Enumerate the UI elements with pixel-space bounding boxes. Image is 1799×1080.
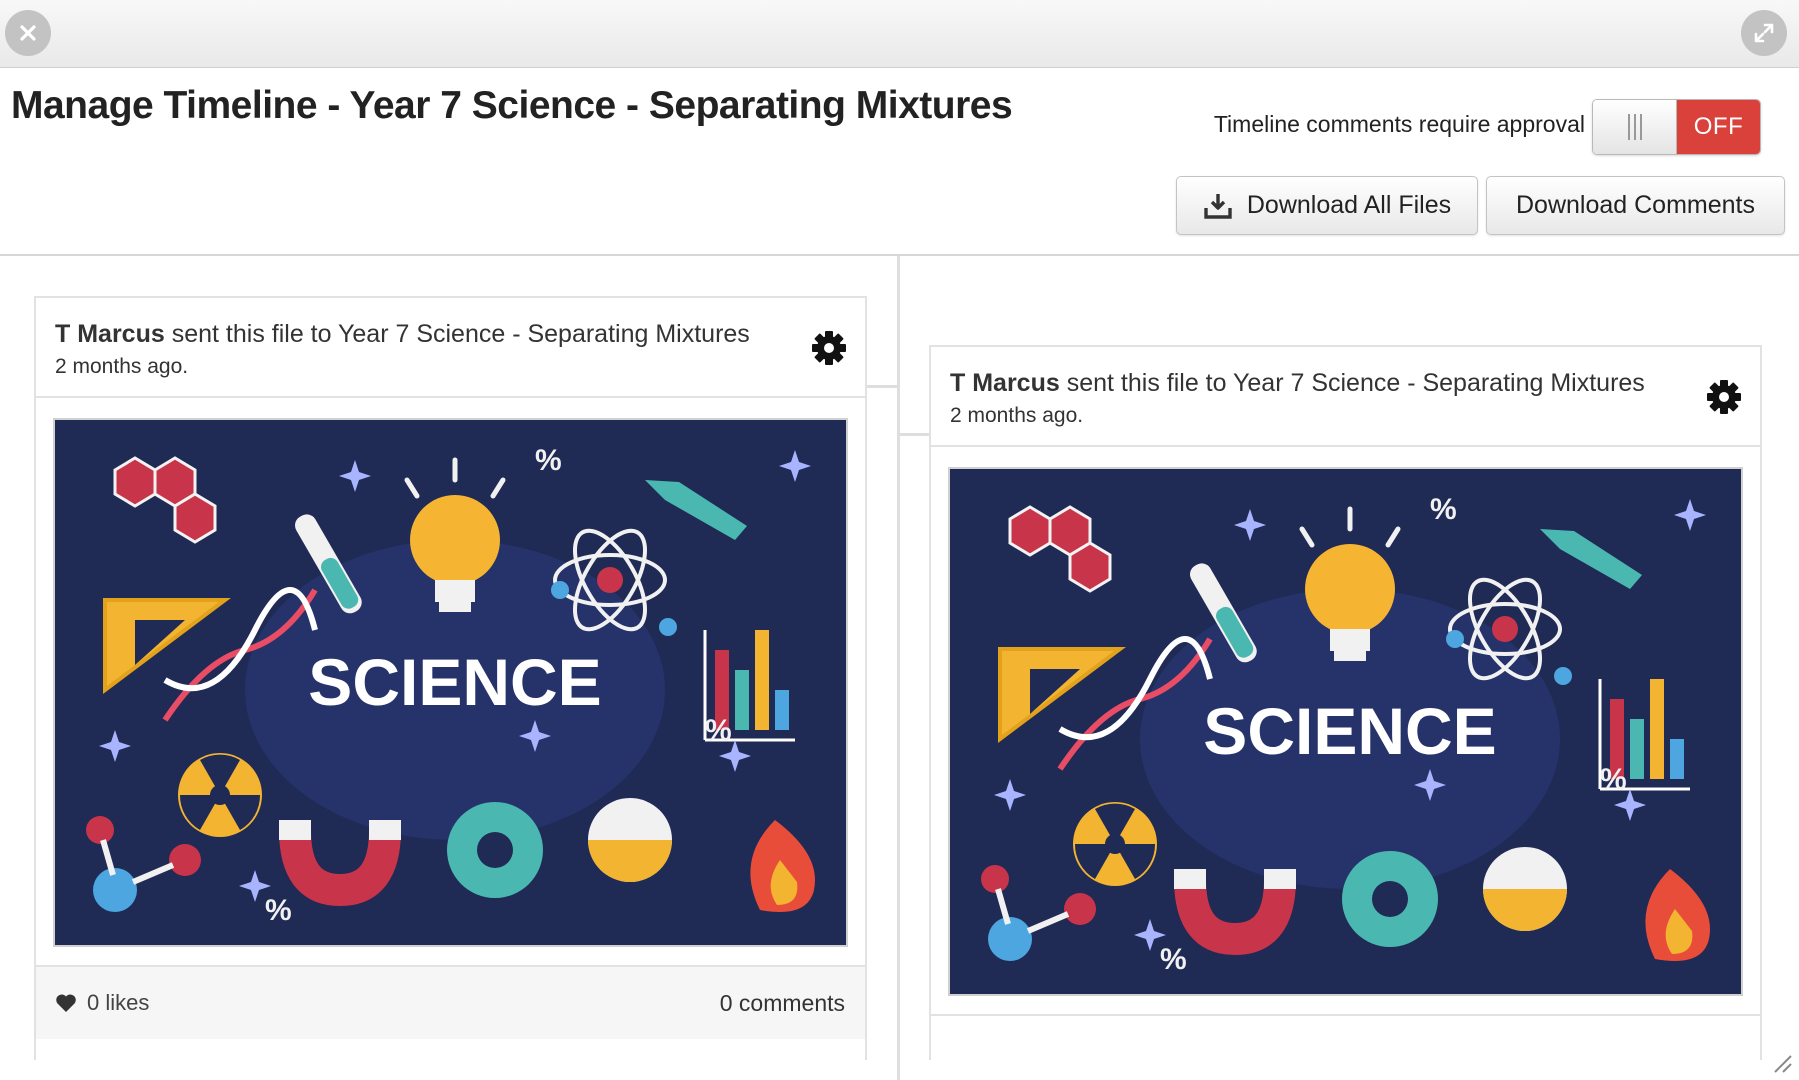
science-title: SCIENCE [1203,694,1496,768]
timeline-post: T Marcus sent this file to Year 7 Scienc… [929,345,1762,1060]
post-header: T Marcus sent this file to Year 7 Scienc… [931,347,1760,447]
science-title: SCIENCE [308,645,601,719]
svg-text:%: % [705,714,732,747]
grip-icon [1627,114,1642,140]
gear-icon[interactable] [811,330,847,366]
post-body: SCIENCE % % % [931,447,1760,1016]
science-illustration: SCIENCE % % % [55,420,846,945]
science-image[interactable]: SCIENCE % % % [948,467,1743,996]
toggle-handle[interactable] [1593,100,1677,154]
post-action: sent this file to Year 7 Science - Separ… [164,320,750,348]
svg-text:%: % [1430,493,1457,526]
download-all-files-label: Download All Files [1246,191,1452,219]
svg-text:%: % [265,894,292,927]
comments-count[interactable]: 0 comments [720,990,845,1017]
download-all-files-button[interactable]: Download All Files [1176,176,1478,235]
svg-text:%: % [1600,763,1627,796]
expand-button[interactable] [1741,10,1787,56]
window-bar [0,0,1799,68]
timeline-line [897,256,900,1080]
approval-label: Timeline comments require approval [1213,111,1585,137]
timeline-post: T Marcus sent this file to Year 7 Scienc… [34,296,867,1060]
post-summary: T Marcus sent this file to Year 7 Scienc… [950,369,1741,398]
svg-text:%: % [1160,943,1187,976]
toggle-state: OFF [1677,100,1760,154]
close-button[interactable] [5,10,51,56]
post-action: sent this file to Year 7 Science - Separ… [1059,369,1645,397]
post-time: 2 months ago. [950,404,1084,427]
science-illustration: SCIENCE % % % [950,469,1741,994]
post-author[interactable]: T Marcus [55,320,165,348]
download-icon [1204,193,1232,219]
svg-text:%: % [535,444,562,477]
timeline-connector [899,433,930,436]
resize-grip-icon[interactable] [1769,1050,1793,1074]
post-header: T Marcus sent this file to Year 7 Scienc… [36,298,865,398]
heart-icon [56,994,76,1012]
approval-toggle[interactable]: OFF [1592,99,1761,155]
page-title: Manage Timeline - Year 7 Science - Separ… [11,84,1013,127]
post-time: 2 months ago. [55,355,189,378]
post-author[interactable]: T Marcus [950,369,1060,397]
likes-count: 0 likes [87,990,150,1015]
post-footer: 0 likes 0 comments [36,967,865,1039]
post-summary: T Marcus sent this file to Year 7 Scienc… [55,320,846,349]
gear-icon[interactable] [1706,379,1742,415]
science-image[interactable]: SCIENCE % % % [53,418,848,947]
like-button[interactable]: 0 likes [55,990,149,1016]
expand-icon [1754,23,1774,43]
download-comments-button[interactable]: Download Comments [1486,176,1785,235]
post-body: SCIENCE % % % [36,398,865,967]
close-icon [20,25,36,41]
timeline-connector [867,385,898,388]
download-comments-label: Download Comments [1516,191,1755,219]
